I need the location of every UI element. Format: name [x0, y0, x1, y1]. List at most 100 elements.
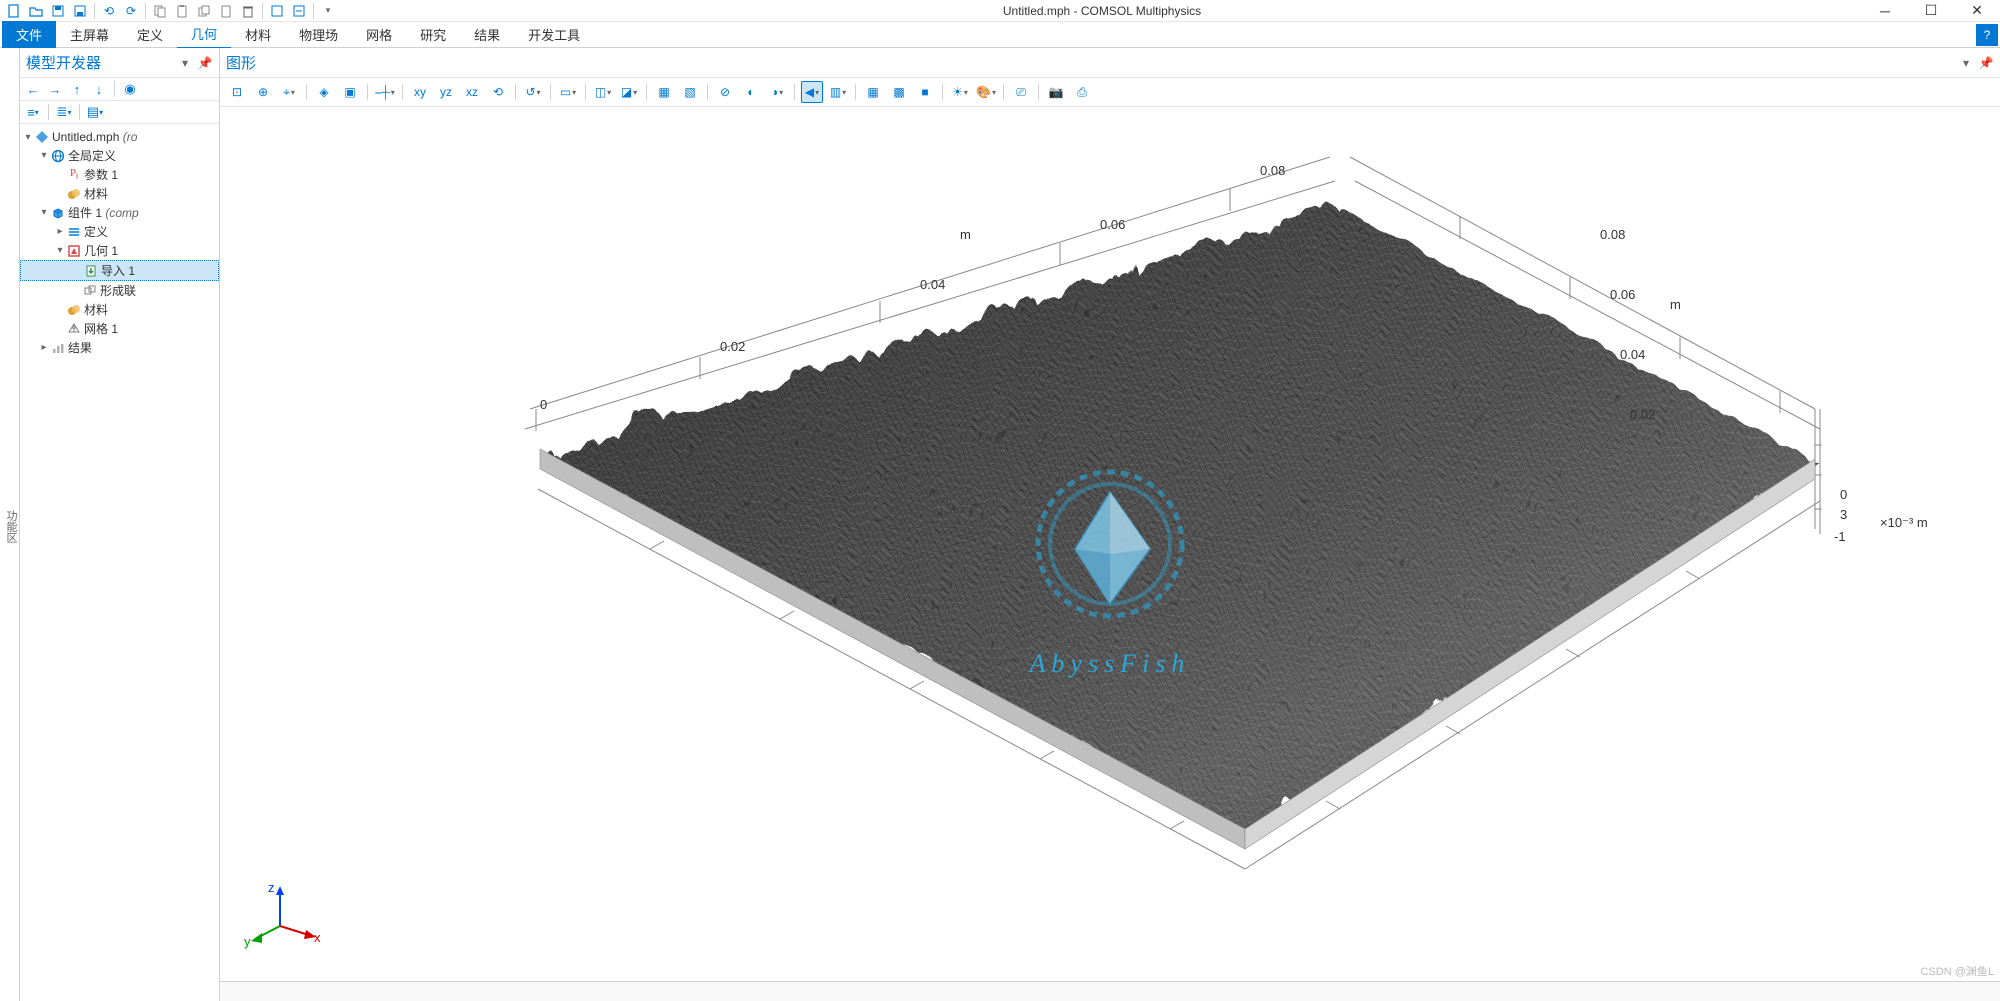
yz-plane-icon[interactable]: yz: [435, 81, 457, 103]
show-hidden-icon[interactable]: ◑▾: [766, 81, 788, 103]
expander-icon[interactable]: ▾: [38, 150, 50, 161]
find-icon[interactable]: [267, 2, 287, 20]
tree-node-全局定义[interactable]: ▾全局定义: [20, 146, 219, 165]
sel-create-icon[interactable]: ▦: [653, 81, 675, 103]
tree-node-定义[interactable]: ▸定义: [20, 222, 219, 241]
hide-others-icon[interactable]: ◐: [740, 81, 762, 103]
tree-node-网格 1[interactable]: 网格 1: [20, 319, 219, 338]
zoom-box-icon[interactable]: ⌖▾: [278, 81, 300, 103]
view-split-icon[interactable]: ▥▾: [827, 81, 849, 103]
tab-geometry[interactable]: 几何: [177, 20, 231, 49]
undo-icon[interactable]: ⟲: [99, 2, 119, 20]
delete-icon[interactable]: [238, 2, 258, 20]
copy-icon[interactable]: [150, 2, 170, 20]
copy-node-icon[interactable]: [194, 2, 214, 20]
graphics-canvas[interactable]: 0 0.02 0.04 0.06 0.08 m 0.02 0.04 0.06 0…: [220, 107, 2000, 981]
forward-icon[interactable]: →: [46, 80, 64, 98]
tree-node-材料[interactable]: 材料: [20, 300, 219, 319]
xz-plane-icon[interactable]: xz: [461, 81, 483, 103]
separator: [114, 81, 115, 97]
tree-label: 几何 1: [84, 242, 118, 259]
tree-node-材料[interactable]: 材料: [20, 184, 219, 203]
select-mode-icon[interactable]: ◫▾: [592, 81, 614, 103]
expander-icon[interactable]: ▾: [38, 207, 50, 218]
palette-icon[interactable]: 🎨▾: [975, 81, 997, 103]
tab-developer[interactable]: 开发工具: [514, 21, 594, 48]
customize-dropdown-icon[interactable]: ▾: [318, 2, 338, 20]
save-as-icon[interactable]: [70, 2, 90, 20]
find-replace-icon[interactable]: [289, 2, 309, 20]
expander-icon[interactable]: ▸: [54, 226, 66, 237]
new-file-icon[interactable]: [4, 2, 24, 20]
sel-toggle-icon[interactable]: ▧: [679, 81, 701, 103]
print-icon[interactable]: ⎙: [1071, 81, 1093, 103]
up-icon[interactable]: ↑: [68, 80, 86, 98]
close-button[interactable]: ✕: [1954, 0, 2000, 22]
sort-icon[interactable]: ▤▾: [86, 103, 104, 121]
open-file-icon[interactable]: [26, 2, 46, 20]
tab-study[interactable]: 研究: [406, 21, 460, 48]
select-adjacent-icon[interactable]: ◪▾: [618, 81, 640, 103]
tree-label: 网格 1: [84, 320, 118, 337]
axis-triad[interactable]: [250, 881, 320, 951]
down-icon[interactable]: ↓: [90, 80, 108, 98]
tab-definitions[interactable]: 定义: [123, 21, 177, 48]
tree-node-组件 1[interactable]: ▾组件 1 (comp: [20, 203, 219, 222]
zoom-window-icon[interactable]: ▣: [339, 81, 361, 103]
paste-icon[interactable]: [172, 2, 192, 20]
scene-light-icon[interactable]: ☀▾: [949, 81, 971, 103]
tab-materials[interactable]: 材料: [231, 21, 285, 48]
model-tree: ▾Untitled.mph (ro▾全局定义Pi参数 1材料▾组件 1 (com…: [20, 124, 219, 1001]
tab-mesh[interactable]: 网格: [352, 21, 406, 48]
collapsed-ribbon-label[interactable]: 功能区: [0, 48, 20, 1001]
back-icon[interactable]: ←: [24, 80, 42, 98]
reset-icon[interactable]: ↺▾: [522, 81, 544, 103]
collapse-icon[interactable]: ≡▾: [24, 103, 42, 121]
tree-node-导入 1[interactable]: 导入 1: [20, 260, 219, 281]
expander-icon[interactable]: ▾: [22, 132, 34, 143]
help-button[interactable]: ?: [1976, 24, 1998, 46]
xy-plane-icon[interactable]: xy: [409, 81, 431, 103]
snapshot-icon[interactable]: 📷: [1045, 81, 1067, 103]
tree-node-Untitled.mph[interactable]: ▾Untitled.mph (ro: [20, 128, 219, 146]
redo-icon[interactable]: ⟳: [121, 2, 141, 20]
pin-icon[interactable]: ▾: [177, 55, 193, 71]
separator: [48, 104, 49, 120]
tab-home[interactable]: 主屏幕: [56, 21, 123, 48]
file-tab[interactable]: 文件: [2, 21, 56, 48]
tree-node-参数 1[interactable]: Pi参数 1: [20, 165, 219, 184]
separator: [855, 84, 856, 100]
maximize-button[interactable]: ☐: [1908, 0, 1954, 22]
view-opts-active-icon[interactable]: ◀▾: [801, 81, 823, 103]
pin-panel-icon[interactable]: 📌: [1978, 55, 1994, 71]
pin-panel-icon[interactable]: 📌: [197, 55, 213, 71]
window-title: Untitled.mph - COMSOL Multiphysics: [342, 4, 1862, 18]
minimize-button[interactable]: ─: [1862, 0, 1908, 22]
select-box-icon[interactable]: ▭▾: [557, 81, 579, 103]
pin-icon[interactable]: ▾: [1958, 55, 1974, 71]
tree-node-结果[interactable]: ▸结果: [20, 338, 219, 357]
show-more-icon[interactable]: ◉: [121, 80, 139, 98]
expand-icon[interactable]: ≣▾: [55, 103, 73, 121]
expander-icon[interactable]: ▾: [54, 245, 66, 256]
hide-sel-icon[interactable]: ⊘: [714, 81, 736, 103]
coord-origin-icon[interactable]: ⎯┼▾: [374, 81, 396, 103]
render-mesh-icon[interactable]: ▦: [862, 81, 884, 103]
tab-results[interactable]: 结果: [460, 21, 514, 48]
mesh-icon: [66, 321, 82, 337]
zoom-in-icon[interactable]: ⊕: [252, 81, 274, 103]
tree-node-几何 1[interactable]: ▾ 几何 1: [20, 241, 219, 260]
expander-icon[interactable]: ▸: [38, 342, 50, 353]
paste-node-icon[interactable]: [216, 2, 236, 20]
render-wire-icon[interactable]: ▩: [888, 81, 910, 103]
zoom-extents-icon[interactable]: ⊡: [226, 81, 248, 103]
pi-icon: Pi: [66, 167, 82, 183]
rotate-view-icon[interactable]: ⟲: [487, 81, 509, 103]
save-icon[interactable]: [48, 2, 68, 20]
tab-physics[interactable]: 物理场: [285, 21, 352, 48]
window-controls: ─ ☐ ✕: [1862, 0, 2000, 22]
camera-icon[interactable]: ⎚: [1010, 81, 1032, 103]
render-solid-icon[interactable]: ■: [914, 81, 936, 103]
zoom-selected-icon[interactable]: ◈: [313, 81, 335, 103]
tree-node-形成联[interactable]: 形成联: [20, 281, 219, 300]
